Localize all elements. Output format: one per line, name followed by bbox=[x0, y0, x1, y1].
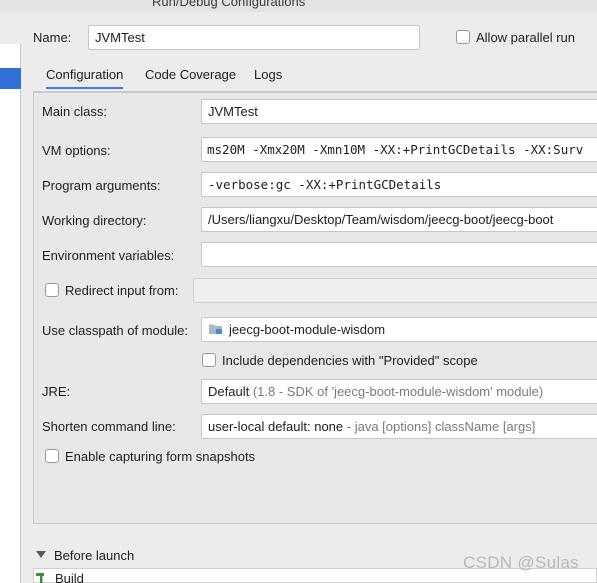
redirect-input-label: Redirect input from: bbox=[65, 283, 179, 298]
build-hammer-icon bbox=[36, 573, 44, 583]
before-launch-label[interactable]: Before launch bbox=[54, 548, 134, 563]
include-provided-deps-label: Include dependencies with "Provided" sco… bbox=[222, 353, 478, 368]
working-directory-label: Working directory: bbox=[42, 213, 147, 228]
name-label: Name: bbox=[33, 30, 72, 45]
classpath-module-select[interactable]: jeecg-boot-module-wisdom bbox=[201, 317, 597, 342]
allow-parallel-run-checkbox[interactable] bbox=[456, 30, 470, 44]
main-class-label: Main class: bbox=[42, 104, 108, 119]
allow-parallel-run-label: Allow parallel run bbox=[476, 30, 575, 45]
name-field-value: JVMTest bbox=[95, 30, 145, 45]
program-arguments-field[interactable]: -verbose:gc -XX:+PrintGCDetails bbox=[201, 172, 597, 197]
include-provided-deps-checkbox[interactable] bbox=[202, 353, 216, 367]
environment-variables-label: Environment variables: bbox=[42, 248, 175, 263]
selected-configuration-row[interactable] bbox=[0, 68, 21, 89]
main-class-field[interactable]: JVMTest bbox=[201, 99, 597, 124]
tab-code-coverage-label: Code Coverage bbox=[145, 67, 237, 82]
tab-code-coverage[interactable]: Code Coverage bbox=[145, 67, 236, 89]
program-arguments-label: Program arguments: bbox=[42, 178, 161, 193]
shorten-command-line-value: user-local default: none bbox=[208, 419, 344, 434]
name-field[interactable]: JVMTest bbox=[88, 25, 420, 50]
shorten-command-line-hint: - java [options] className [args] bbox=[346, 419, 536, 434]
environment-variables-field[interactable] bbox=[201, 242, 597, 267]
vm-options-field[interactable]: ms20M -Xmx20M -Xmn10M -XX:+PrintGCDetail… bbox=[201, 137, 597, 162]
shorten-command-line-select[interactable]: user-local default: none - java [options… bbox=[201, 414, 597, 439]
main-class-value: JVMTest bbox=[208, 104, 258, 119]
tab-configuration[interactable]: Configuration bbox=[46, 67, 124, 89]
configurations-tree[interactable] bbox=[0, 44, 21, 583]
jre-value: Default bbox=[208, 384, 250, 399]
jre-label: JRE: bbox=[42, 384, 71, 399]
vm-options-value: ms20M -Xmx20M -Xmn10M -XX:+PrintGCDetail… bbox=[207, 142, 584, 157]
classpath-module-label: Use classpath of module: bbox=[42, 323, 188, 338]
jre-select[interactable]: Default (1.8 - SDK of 'jeecg-boot-module… bbox=[201, 379, 597, 404]
working-directory-value: /Users/liangxu/Desktop/Team/wisdom/jeecg… bbox=[208, 212, 554, 227]
capture-snapshots-checkbox[interactable] bbox=[45, 449, 59, 463]
tab-configuration-label: Configuration bbox=[46, 67, 124, 82]
window-titlebar: Run/Debug Configurations bbox=[0, 0, 597, 12]
capture-snapshots-label: Enable capturing form snapshots bbox=[65, 449, 256, 464]
shorten-command-line-label: Shorten command line: bbox=[42, 419, 176, 434]
working-directory-field[interactable]: /Users/liangxu/Desktop/Team/wisdom/jeecg… bbox=[201, 207, 597, 232]
redirect-input-field[interactable] bbox=[193, 278, 597, 303]
chevron-down-icon[interactable] bbox=[36, 551, 46, 559]
watermark: CSDN @Sulas bbox=[463, 553, 579, 572]
program-arguments-value: -verbose:gc -XX:+PrintGCDetails bbox=[208, 177, 442, 192]
jre-hint: (1.8 - SDK of 'jeecg-boot-module-wisdom'… bbox=[252, 384, 544, 399]
tab-logs[interactable]: Logs bbox=[254, 67, 282, 89]
tab-logs-label: Logs bbox=[254, 67, 283, 82]
vm-options-label: VM options: bbox=[42, 143, 111, 158]
window-title: Run/Debug Configurations bbox=[152, 0, 306, 9]
before-launch-item-build[interactable]: Build bbox=[55, 571, 84, 583]
classpath-module-value: jeecg-boot-module-wisdom bbox=[229, 322, 386, 337]
redirect-input-checkbox[interactable] bbox=[45, 283, 59, 297]
module-folder-icon bbox=[209, 324, 222, 334]
